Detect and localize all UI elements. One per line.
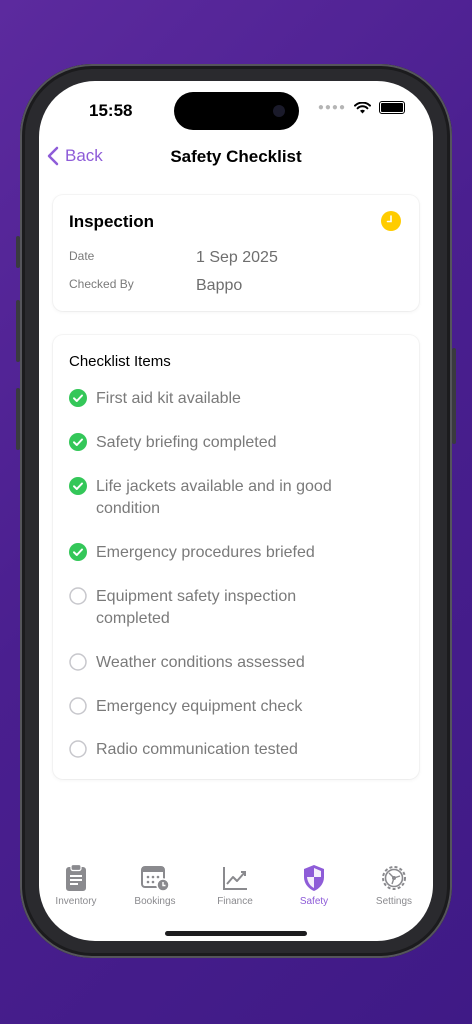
checkmark-circle-icon (69, 389, 87, 407)
home-indicator[interactable] (165, 931, 307, 936)
tab-bar: Inventory Bookings Finance Safety Settin… (39, 864, 433, 914)
side-button-power (452, 348, 456, 444)
checklist-item[interactable]: Radio communication tested (69, 739, 369, 761)
status-indicators: ●●●● (318, 101, 405, 114)
tab-bookings[interactable]: Bookings (117, 864, 193, 907)
checklist-item-label: First aid kit available (96, 390, 241, 407)
checklist-item[interactable]: Emergency procedures briefed (69, 542, 369, 564)
date-value: 1 Sep 2025 (196, 249, 278, 266)
status-bar: 15:58 ●●●● (39, 81, 433, 137)
checklist-card: Checklist Items First aid kit available … (53, 335, 419, 779)
empty-circle-icon (69, 587, 87, 605)
checklist-item[interactable]: Life jackets available and in good condi… (69, 476, 369, 520)
tab-label: Settings (375, 896, 413, 907)
dynamic-island (174, 92, 299, 130)
tab-inventory[interactable]: Inventory (39, 864, 114, 907)
calendar-icon (141, 866, 170, 892)
chart-icon (223, 867, 247, 890)
tab-label: Bookings (134, 896, 176, 907)
clock-icon (381, 211, 401, 231)
side-button-mute (16, 236, 20, 268)
tab-settings[interactable]: Settings (356, 864, 432, 907)
gear-icon (382, 866, 406, 890)
checkmark-circle-icon (69, 543, 87, 561)
shield-icon (304, 865, 324, 891)
checklist-item-label: Life jackets available and in good condi… (96, 478, 332, 517)
checklist-item-label: Equipment safety inspection completed (96, 588, 297, 627)
checklist-item[interactable]: Weather conditions assessed (69, 652, 369, 674)
empty-circle-icon (69, 697, 87, 715)
tab-safety[interactable]: Safety (276, 864, 352, 907)
inspection-title: Inspection (69, 212, 155, 231)
page-title: Safety Checklist (170, 147, 302, 166)
checklist-item-label: Safety briefing completed (96, 434, 277, 451)
date-label: Date (69, 249, 95, 263)
clipboard-icon (66, 864, 86, 891)
battery-icon (379, 101, 405, 114)
checklist-item[interactable]: Safety briefing completed (69, 432, 369, 454)
checkmark-circle-icon (69, 477, 87, 495)
wifi-icon (354, 101, 371, 113)
empty-circle-icon (69, 653, 87, 671)
empty-circle-icon (69, 740, 87, 758)
navigation-bar: Back Safety Checklist (39, 137, 433, 177)
side-button-volume-up (16, 300, 20, 362)
checklist-item-label: Emergency equipment check (96, 698, 303, 715)
app-screen: 15:58 ●●●● Back Safety Checklist Inspect… (39, 81, 433, 941)
checkmark-circle-icon (69, 433, 87, 451)
checklist-item[interactable]: Equipment safety inspection completed (69, 586, 369, 630)
inspection-card: Inspection Date 1 Sep 2025 Checked By Ba… (53, 195, 419, 311)
side-button-volume-down (16, 388, 20, 450)
checklist-item[interactable]: Emergency equipment check (69, 696, 369, 718)
checklist-item[interactable]: First aid kit available (69, 388, 369, 410)
checklist-item-label: Radio communication tested (96, 741, 298, 758)
checklist-title: Checklist Items (69, 353, 171, 370)
checklist-item-label: Emergency procedures briefed (96, 544, 315, 561)
checked-by-label: Checked By (69, 277, 134, 291)
tab-label: Safety (299, 896, 329, 907)
tab-label: Finance (217, 896, 253, 907)
checklist-item-label: Weather conditions assessed (96, 654, 305, 671)
tab-finance[interactable]: Finance (197, 864, 273, 907)
checked-by-value: Bappo (196, 277, 243, 294)
tab-label: Inventory (55, 896, 97, 907)
status-time: 15:58 (89, 101, 133, 120)
camera-icon (273, 105, 285, 117)
signal-icon: ●●●● (317, 102, 346, 113)
